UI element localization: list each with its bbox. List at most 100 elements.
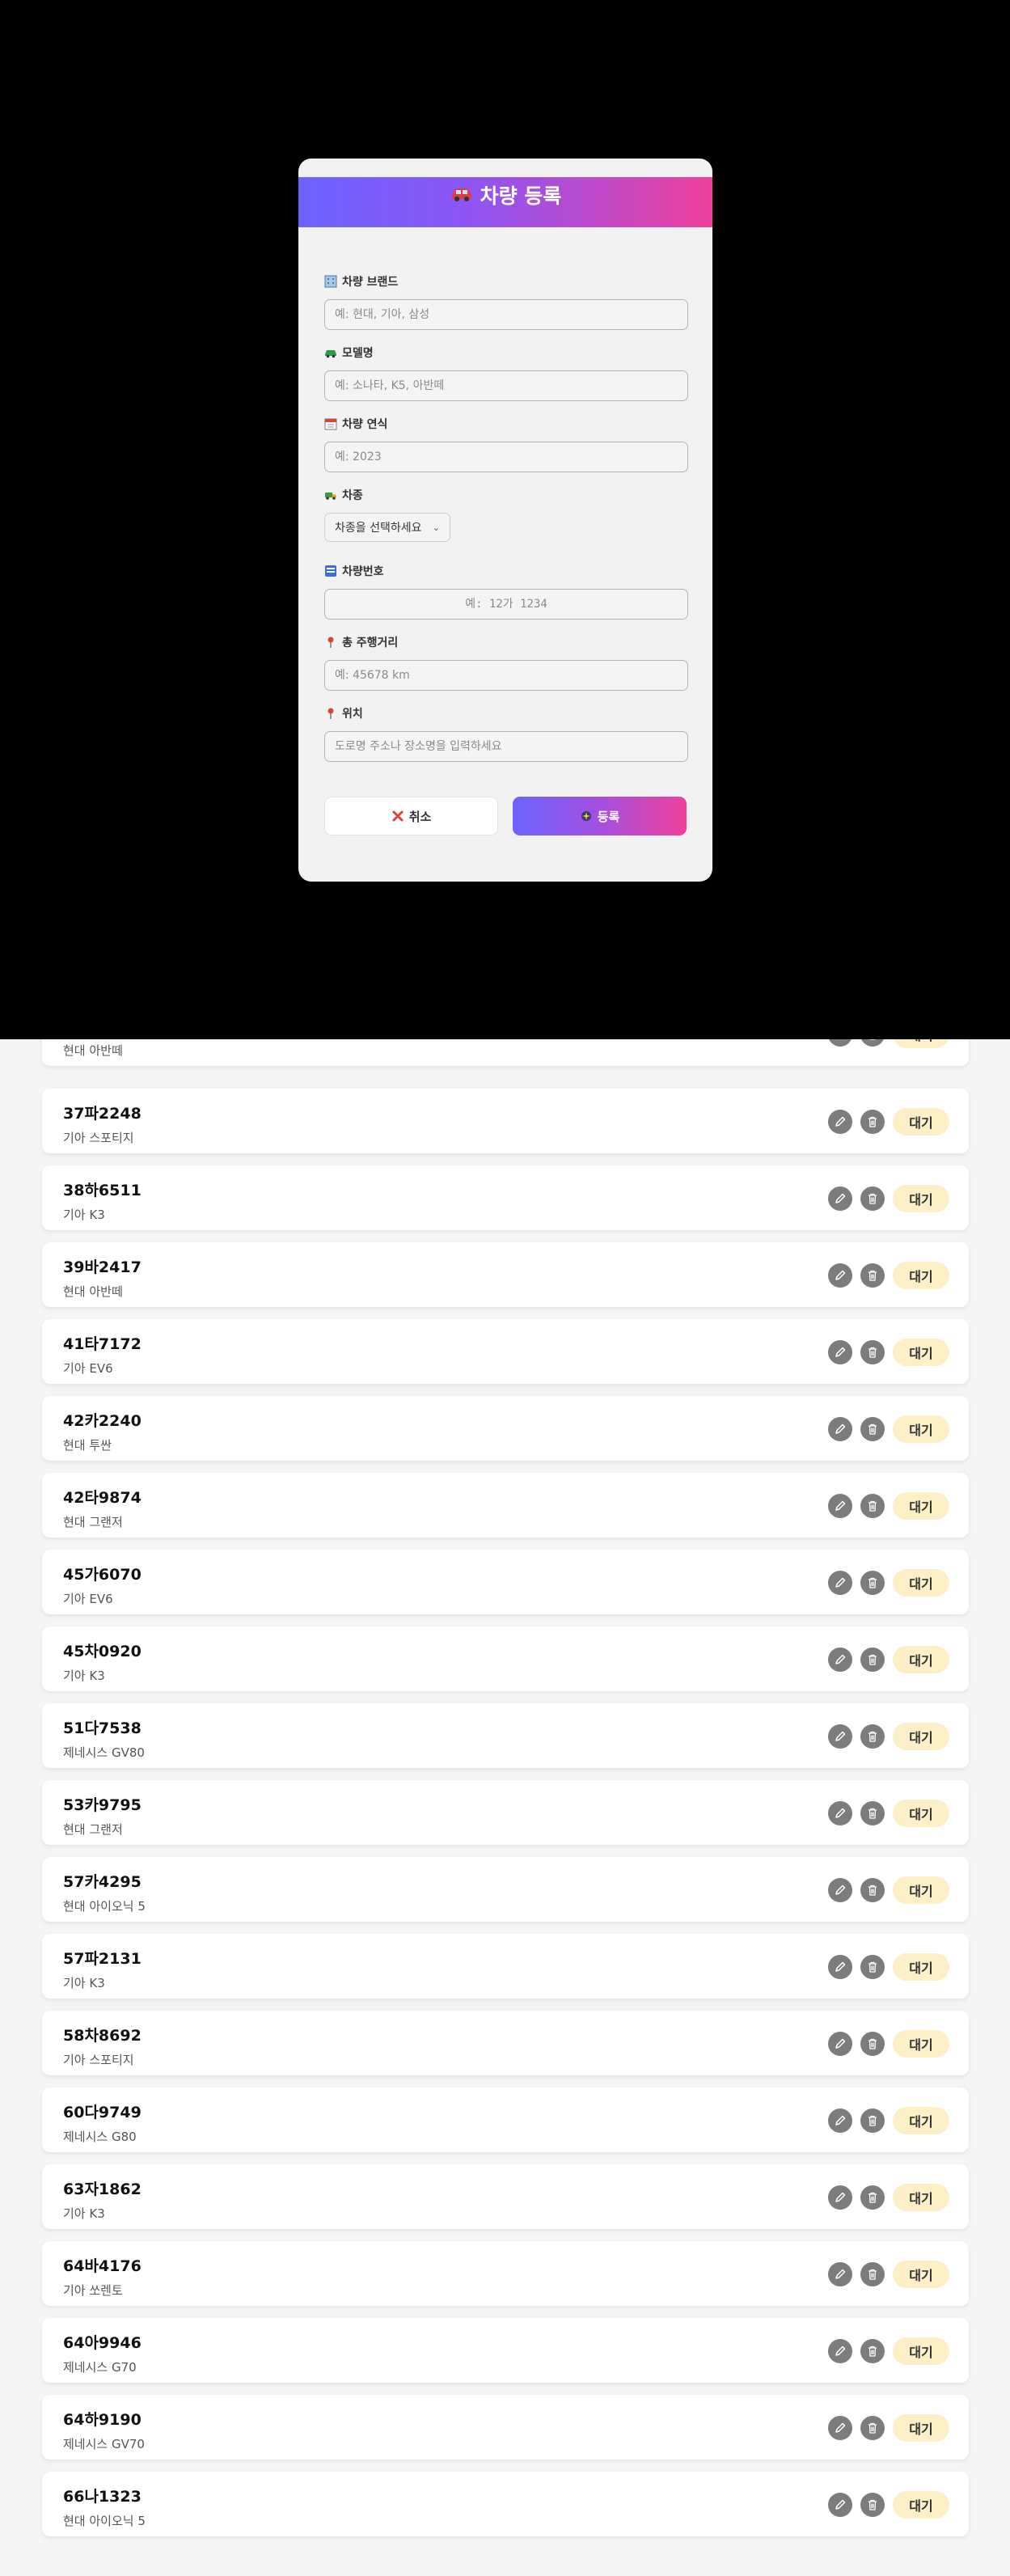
location-input[interactable] [324, 731, 688, 762]
status-badge: 대기 [893, 2491, 949, 2519]
edit-button[interactable] [828, 1186, 852, 1211]
row-actions: 대기 [828, 2261, 949, 2288]
trash-icon [868, 1116, 877, 1127]
pencil-icon [835, 1270, 846, 1280]
trash-icon [868, 2422, 877, 2434]
vehicle-row[interactable]: 58차8692 기아 스포티지 대기 [42, 2011, 969, 2075]
plate-input[interactable] [324, 589, 688, 620]
vehicle-row[interactable]: 38하6511 기아 K3 대기 [42, 1165, 969, 1230]
vehicle-row[interactable]: 64하9190 제네시스 GV70 대기 [42, 2395, 969, 2460]
delete-button[interactable] [860, 1878, 885, 1902]
delete-button[interactable] [860, 2185, 885, 2210]
status-badge: 대기 [893, 2414, 949, 2442]
mileage-input[interactable] [324, 660, 688, 691]
edit-button[interactable] [828, 1263, 852, 1288]
plate-label: 차량번호 [342, 565, 384, 578]
edit-button[interactable] [828, 1801, 852, 1825]
delete-button[interactable] [860, 2339, 885, 2363]
type-select-value: 차종을 선택하세요 [335, 522, 422, 535]
delete-button[interactable] [860, 2262, 885, 2286]
vehicle-row[interactable]: 64바4176 기아 쏘렌토 대기 [42, 2241, 969, 2306]
delete-button[interactable] [860, 1263, 885, 1288]
vehicle-row[interactable]: 37파2248 기아 스포티지 대기 [42, 1089, 969, 1153]
row-actions: 대기 [828, 1646, 949, 1673]
vehicle-plate: 51다7538 [63, 1719, 142, 1737]
vehicle-model: 기아 K3 [63, 1208, 105, 1222]
edit-button[interactable] [828, 2109, 852, 2133]
edit-button[interactable] [828, 1878, 852, 1902]
trash-icon [868, 1423, 877, 1435]
car-icon [450, 184, 474, 207]
edit-button[interactable] [828, 2032, 852, 2056]
vehicle-row[interactable]: 39바2417 현대 아반떼 대기 [42, 1242, 969, 1307]
delete-button[interactable] [860, 1571, 885, 1595]
brand-input[interactable] [324, 299, 688, 330]
status-badge: 대기 [893, 1569, 949, 1597]
delete-button[interactable] [860, 1955, 885, 1979]
submit-label: 등록 [597, 809, 620, 824]
delete-button[interactable] [860, 2032, 885, 2056]
edit-button[interactable] [828, 1955, 852, 1979]
edit-button[interactable] [828, 1571, 852, 1595]
vehicle-plate: 45차0920 [63, 1643, 142, 1660]
pencil-icon [835, 2115, 846, 2126]
edit-button[interactable] [828, 2262, 852, 2286]
vehicle-plate: 64하9190 [63, 2411, 142, 2429]
vehicle-row[interactable]: 64아9946 제네시스 G70 대기 [42, 2318, 969, 2383]
vehicle-row[interactable]: 60다9749 제네시스 G80 대기 [42, 2087, 969, 2152]
location-field: 위치 [324, 705, 688, 762]
cancel-button[interactable]: 취소 [324, 797, 498, 835]
vehicle-row[interactable]: 42타9874 현대 그랜저 대기 [42, 1473, 969, 1538]
edit-button[interactable] [828, 1110, 852, 1134]
vehicle-row[interactable]: 51다7538 제네시스 GV80 대기 [42, 1703, 969, 1768]
vehicle-row[interactable]: 57파2131 기아 K3 대기 [42, 1934, 969, 1999]
delete-button[interactable] [860, 1340, 885, 1364]
vehicle-row[interactable]: 42카2240 현대 투싼 대기 [42, 1396, 969, 1461]
delete-button[interactable] [860, 1724, 885, 1749]
status-badge: 대기 [893, 2030, 949, 2058]
delete-button[interactable] [860, 2416, 885, 2440]
vehicle-row[interactable]: 63자1862 기아 K3 대기 [42, 2164, 969, 2229]
delete-button[interactable] [860, 1801, 885, 1825]
edit-button[interactable] [828, 1648, 852, 1672]
pencil-icon [835, 2499, 846, 2510]
model-input[interactable] [324, 370, 688, 401]
vehicle-row[interactable]: 53카9795 현대 그랜저 대기 [42, 1780, 969, 1845]
vehicle-row[interactable]: 45차0920 기아 K3 대기 [42, 1626, 969, 1691]
delete-button[interactable] [860, 1648, 885, 1672]
submit-button[interactable]: 등록 [513, 797, 687, 835]
vehicle-row[interactable]: 45가6070 기아 EV6 대기 [42, 1550, 969, 1614]
trash-icon [868, 1808, 877, 1819]
vehicle-model: 현대 아반떼 [63, 1043, 123, 1058]
edit-button[interactable] [828, 1724, 852, 1749]
vehicle-row[interactable]: 57카4295 현대 아이오닉 5 대기 [42, 1857, 969, 1922]
type-select[interactable]: 차종을 선택하세요 ⌄ [324, 513, 450, 542]
delete-button[interactable] [860, 1186, 885, 1211]
delete-button[interactable] [860, 1494, 885, 1518]
vehicle-row[interactable]: 66나1323 현대 아이오닉 5 대기 [42, 2472, 969, 2536]
status-badge: 대기 [893, 1415, 949, 1443]
edit-button[interactable] [828, 1494, 852, 1518]
vehicle-plate: 63자1862 [63, 2181, 142, 2198]
delete-button[interactable] [860, 2493, 885, 2517]
edit-button[interactable] [828, 2339, 852, 2363]
status-badge: 대기 [893, 1339, 949, 1366]
edit-button[interactable] [828, 1417, 852, 1441]
edit-button[interactable] [828, 2416, 852, 2440]
delete-button[interactable] [860, 2109, 885, 2133]
pencil-icon [835, 2269, 846, 2279]
chevron-down-icon: ⌄ [432, 522, 440, 533]
edit-button[interactable] [828, 2185, 852, 2210]
status-badge: 대기 [893, 1876, 949, 1904]
edit-button[interactable] [828, 1340, 852, 1364]
trash-icon [868, 2499, 877, 2510]
vehicle-row[interactable]: 41타7172 기아 EV6 대기 [42, 1319, 969, 1384]
delete-button[interactable] [860, 1417, 885, 1441]
edit-button[interactable] [828, 2493, 852, 2517]
pencil-icon [835, 2422, 846, 2433]
year-input[interactable] [324, 442, 688, 472]
vehicle-register-modal: 차량 등록 차량 브랜드 모델명 차량 연식 차종 차종을 선택하세요 ⌄ [298, 159, 712, 882]
delete-button[interactable] [860, 1110, 885, 1134]
row-actions: 대기 [828, 1415, 949, 1443]
status-badge: 대기 [893, 1108, 949, 1136]
